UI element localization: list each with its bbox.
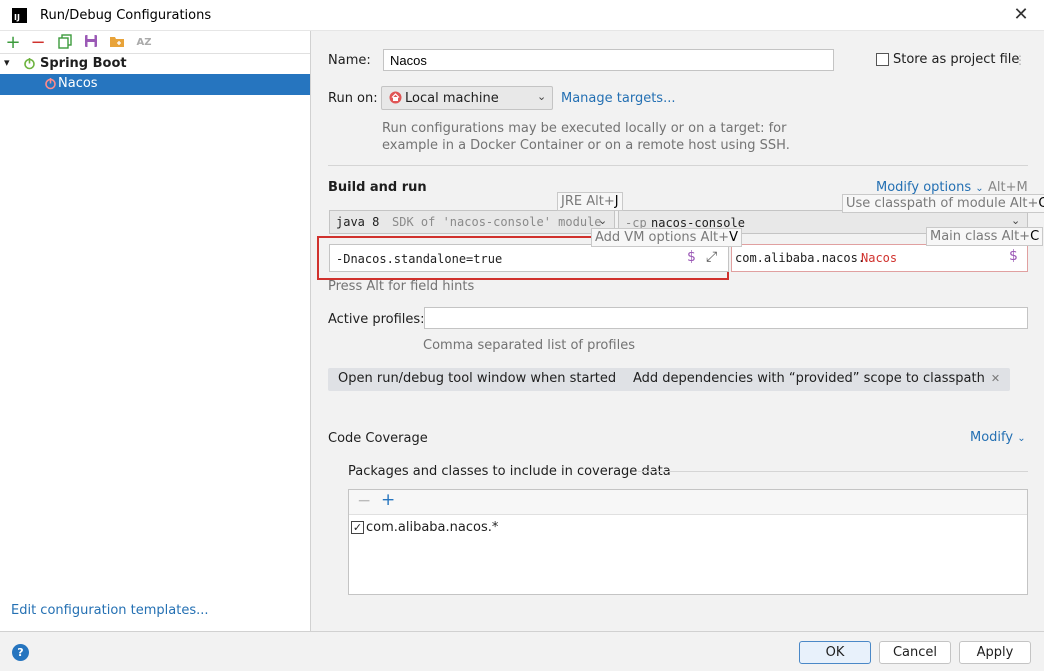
spring-boot-icon [23,57,36,74]
vm-options-input[interactable]: -Dnacos.standalone=true $ ⤢ [329,244,729,272]
name-input[interactable] [383,49,834,71]
tooltip-key: V [729,230,738,245]
local-machine-icon [389,91,402,108]
add-icon[interactable]: + [381,490,395,510]
chevron-down-icon: ⌄ [975,183,984,194]
tooltip-text: Main class Alt+ [930,229,1031,244]
jre-value: java 8 [336,215,380,229]
cancel-button[interactable]: Cancel [879,641,951,664]
modify-label: Modify [970,430,1014,445]
option-tag-provided-scope[interactable]: Add dependencies with “provided” scope t… [623,368,1011,391]
modify-options-link[interactable]: Modify options ⌄ [876,180,984,195]
dialog-button-bar: ? OK Cancel Apply [0,631,1044,671]
coverage-toolbar: − + [349,490,1027,515]
sort-icon[interactable]: AZ [135,34,153,52]
tooltip-text: Add VM options Alt+ [595,230,730,245]
coverage-item-checkbox[interactable]: ✓ [351,521,364,534]
tooltip-text: Use classpath of module Alt+ [846,196,1039,211]
apply-button[interactable]: Apply [959,641,1031,664]
tree-toolbar: + − AZ [0,31,310,54]
main-class-input[interactable]: com.alibaba.nacos. Nacos $ [731,244,1028,272]
section-divider [328,165,1028,166]
tooltip-key: C [1030,229,1040,244]
macro-dollar-icon[interactable]: $ [687,249,696,265]
window-title: Run/Debug Configurations [40,8,212,23]
tree-group-label: Spring Boot [40,56,127,71]
main-class-name: Nacos [861,251,898,265]
spring-boot-run-icon [44,77,57,94]
tag-label: Add dependencies with “provided” scope t… [633,371,985,386]
coverage-item-label: com.alibaba.nacos.* [366,520,499,535]
list-item[interactable]: ✓ com.alibaba.nacos.* [351,519,1021,537]
run-on-help-line-2: example in a Docker Container or on a re… [382,138,790,153]
active-profiles-input[interactable] [424,307,1028,329]
tooltip-key: J [614,194,619,209]
code-coverage-heading: Code Coverage [328,431,428,446]
add-icon[interactable]: + [4,34,22,52]
code-coverage-modify-link[interactable]: Modify ⌄ [970,430,1026,445]
build-and-run-heading: Build and run [328,180,427,195]
option-tag-open-tool-window[interactable]: Open run/debug tool window when started✕ [328,368,642,391]
run-on-value: Local machine [405,91,499,106]
main-class-package: com.alibaba.nacos. [735,251,866,265]
expand-icon[interactable]: ⤢ [706,249,717,265]
modify-options-shortcut: Alt+M [988,180,1028,195]
run-on-help-line-1: Run configurations may be executed local… [382,121,787,136]
configuration-form: Name: Store as project file ⋮ Run on: Lo… [311,31,1044,631]
jre-value-hint: SDK of 'nacos-console' module [392,215,602,229]
modify-options-label: Modify options [876,180,972,195]
packages-label: Packages and classes to include in cover… [348,464,671,479]
vm-options-hint-tooltip: Add VM options Alt+V [591,228,742,247]
name-label: Name: [328,53,371,68]
remove-icon[interactable]: − [357,491,371,511]
edit-configuration-templates-link[interactable]: Edit configuration templates... [11,603,209,618]
chevron-down-icon: ⌄ [598,214,608,227]
section-divider [638,471,1028,472]
run-on-dropdown[interactable]: Local machine ⌄ [381,86,553,110]
app-icon: IJ [12,8,27,23]
main-class-hint-tooltip: Main class Alt+C [926,227,1044,246]
vm-options-value: -Dnacos.standalone=true [336,252,503,266]
tooltip-text: JRE Alt+ [561,194,615,209]
chevron-down-icon: ⌄ [1017,433,1026,444]
classpath-hint-tooltip: Use classpath of module Alt+O [842,194,1044,213]
close-icon[interactable]: ✕ [991,372,1000,385]
configuration-tree-pane: + − AZ ▾ Spring Boot Nacos Edit configur… [0,31,311,631]
ok-button[interactable]: OK [799,641,871,664]
remove-icon[interactable]: − [29,34,47,52]
macro-dollar-icon[interactable]: $ [1009,248,1018,264]
chevron-down-icon[interactable]: ▾ [4,56,10,69]
close-icon[interactable]: ✕ [1010,3,1032,27]
tree-item-label: Nacos [58,76,98,91]
jre-dropdown[interactable]: java 8 SDK of 'nacos-console' module ⌄ [329,210,615,234]
store-as-project-checkbox[interactable] [876,53,889,66]
jre-hint-tooltip: JRE Alt+J [557,192,623,211]
store-as-project-label: Store as project file [893,52,1020,67]
chevron-down-icon: ⌄ [1011,214,1021,227]
help-icon[interactable]: ? [12,644,29,661]
coverage-list: − + ✓ com.alibaba.nacos.* [348,489,1028,595]
tooltip-key: O [1038,196,1044,211]
save-icon[interactable] [82,34,100,52]
copy-icon[interactable] [56,34,74,52]
folder-icon[interactable] [108,34,126,52]
tag-label: Open run/debug tool window when started [338,371,617,386]
tree-item-nacos[interactable]: Nacos [0,74,310,95]
title-bar: IJ Run/Debug Configurations ✕ [0,0,1044,31]
active-profiles-hint: Comma separated list of profiles [423,338,635,353]
chevron-down-icon: ⌄ [537,90,547,103]
more-vertical-icon[interactable]: ⋮ [1014,53,1026,67]
active-profiles-label: Active profiles: [328,312,425,327]
manage-targets-link[interactable]: Manage targets... [561,91,675,106]
field-hints-text: Press Alt for field hints [328,279,475,294]
tree-group-spring-boot[interactable]: ▾ Spring Boot [0,54,310,74]
run-on-label: Run on: [328,91,378,106]
